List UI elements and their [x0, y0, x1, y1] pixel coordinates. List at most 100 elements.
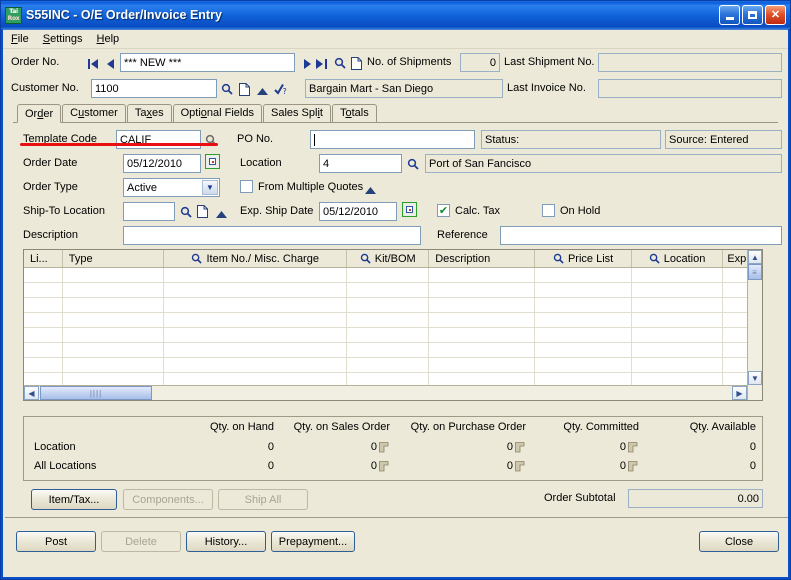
from-multiple-quotes-checkbox[interactable] — [240, 180, 253, 193]
description-field[interactable] — [123, 226, 421, 245]
grid-col-location[interactable]: Location — [632, 250, 724, 267]
customer-finder-icon[interactable] — [219, 81, 234, 97]
price-list-finder-icon[interactable] — [553, 253, 564, 264]
ship-to-location-label: Ship-To Location — [23, 205, 105, 217]
ship-to-finder-icon[interactable] — [178, 204, 193, 220]
grid-col-line[interactable]: Li... — [24, 250, 63, 267]
order-finder-icon[interactable] — [332, 55, 347, 71]
committed-drilldown-icon-all[interactable] — [628, 461, 639, 472]
close-window-button[interactable]: ✕ — [765, 5, 786, 25]
sales-order-drilldown-icon-all[interactable] — [379, 461, 390, 472]
scroll-up-icon[interactable]: ▲ — [748, 250, 762, 264]
menu-item-help-label: elp — [104, 33, 120, 45]
chevron-down-icon[interactable]: ▼ — [202, 180, 218, 195]
order-no-field[interactable]: *** NEW *** — [120, 53, 295, 72]
calc-tax-label: Calc. Tax — [455, 205, 501, 217]
scroll-right-icon[interactable]: ▶ — [732, 386, 747, 400]
scroll-down-icon[interactable]: ▼ — [748, 371, 762, 385]
tab-customer[interactable]: Customer — [62, 104, 126, 122]
grid-col-kit-bom[interactable]: Kit/BOM — [347, 250, 430, 267]
location-field[interactable]: 4 — [319, 154, 402, 173]
scroll-left-icon[interactable]: ◀ — [24, 386, 39, 400]
order-date-field[interactable]: 05/12/2010 — [123, 154, 201, 173]
qty-on-hand-all: 0 — [267, 460, 274, 472]
status-label: Status: — [485, 133, 520, 146]
item-tax-button[interactable]: Item/Tax... — [31, 489, 117, 510]
exp-ship-date-field[interactable]: 05/12/2010 — [319, 202, 397, 221]
close-icon: ✕ — [770, 8, 781, 21]
grid-horizontal-scrollbar[interactable]: ◀ |||| ▶ — [24, 385, 747, 400]
table-row[interactable] — [24, 358, 762, 373]
order-date-calendar-icon[interactable] — [205, 154, 220, 169]
order-date-label: Order Date — [23, 157, 78, 169]
vscroll-thumb[interactable]: ≡ — [748, 264, 762, 280]
exp-ship-date-calendar-icon[interactable] — [402, 202, 417, 217]
maximize-button[interactable] — [742, 5, 763, 25]
next-record-icon[interactable] — [299, 56, 314, 72]
table-row[interactable] — [24, 313, 762, 328]
qty-row-location-label: Location — [34, 441, 76, 453]
grid-col-price-list[interactable]: Price List — [535, 250, 632, 267]
minimize-button[interactable] — [719, 5, 740, 25]
grid-col-description[interactable]: Description — [429, 250, 536, 267]
tab-order[interactable]: Order — [17, 104, 62, 123]
calc-tax-checkbox[interactable] — [437, 204, 450, 217]
post-button[interactable]: Post — [16, 531, 96, 552]
kit-bom-finder-icon[interactable] — [360, 253, 371, 264]
drilldown-up-icon[interactable] — [255, 83, 270, 99]
ship-to-location-field[interactable] — [123, 202, 175, 221]
grid-body[interactable] — [24, 268, 762, 388]
grid-col-item-no[interactable]: Item No./ Misc. Charge — [164, 250, 348, 267]
sales-order-drilldown-icon-location[interactable] — [379, 442, 390, 453]
on-hold-checkbox[interactable] — [542, 204, 555, 217]
description-label: Description — [23, 229, 79, 241]
grid-vertical-scrollbar[interactable]: ▲ ≡ ▼ — [747, 250, 762, 400]
purchase-order-drilldown-icon-all[interactable] — [515, 461, 526, 472]
tab-totals[interactable]: Totals — [331, 104, 377, 122]
template-code-highlight-annotation — [20, 143, 218, 146]
table-row[interactable] — [24, 343, 762, 358]
table-row[interactable] — [24, 283, 762, 298]
app-icon-line2: Rox — [7, 15, 20, 22]
tab-sales-split[interactable]: Sales Split — [262, 104, 331, 122]
po-no-field[interactable] — [310, 130, 475, 149]
hscroll-thumb[interactable]: |||| — [40, 386, 152, 400]
grid-location-finder-icon[interactable] — [649, 253, 660, 264]
reference-label: Reference — [437, 229, 488, 241]
customer-no-field[interactable]: 1100 — [91, 79, 217, 98]
delete-button: Delete — [101, 531, 181, 552]
table-row[interactable] — [24, 268, 762, 283]
table-row[interactable] — [24, 328, 762, 343]
quotes-drilldown-icon[interactable] — [363, 182, 378, 198]
location-finder-icon[interactable] — [405, 156, 420, 172]
menu-item-file[interactable]: File — [11, 33, 29, 45]
new-customer-icon[interactable] — [237, 81, 252, 97]
order-type-select[interactable]: Active ▼ — [123, 178, 220, 197]
tab-taxes[interactable]: Taxes — [126, 104, 172, 122]
new-ship-to-icon[interactable] — [195, 203, 210, 219]
template-code-field[interactable]: CALIF — [116, 130, 201, 149]
quantity-summary-panel: Qty. on Hand Qty. on Sales Order Qty. on… — [23, 416, 763, 481]
menu-item-help[interactable]: Help — [97, 33, 120, 45]
reference-field[interactable] — [500, 226, 782, 245]
no-of-shipments-field: 0 — [460, 53, 500, 72]
previous-record-icon[interactable] — [103, 56, 118, 72]
committed-drilldown-icon-location[interactable] — [628, 442, 639, 453]
order-lines-grid[interactable]: Li... Type Item No./ Misc. Charge Kit/BO… — [23, 249, 763, 401]
first-record-icon[interactable] — [86, 56, 101, 72]
menu-item-settings[interactable]: Settings — [43, 33, 83, 45]
purchase-order-drilldown-icon-location[interactable] — [515, 442, 526, 453]
last-record-icon[interactable] — [314, 56, 329, 72]
grid-col-type[interactable]: Type — [63, 250, 165, 267]
tab-strip: Order Customer Taxes Optional Fields Sal… — [13, 104, 778, 123]
new-order-icon[interactable] — [349, 55, 364, 71]
table-row[interactable] — [24, 298, 762, 313]
item-no-finder-icon[interactable] — [191, 253, 203, 264]
prepayment-button[interactable]: Prepayment... — [271, 531, 355, 552]
history-button[interactable]: History... — [186, 531, 266, 552]
order-date-value: 05/12/2010 — [127, 157, 183, 170]
check-credit-icon[interactable]: ? — [273, 81, 288, 97]
tab-optional-fields[interactable]: Optional Fields — [172, 104, 262, 122]
close-button[interactable]: Close — [699, 531, 779, 552]
ship-to-drilldown-icon[interactable] — [214, 206, 229, 222]
